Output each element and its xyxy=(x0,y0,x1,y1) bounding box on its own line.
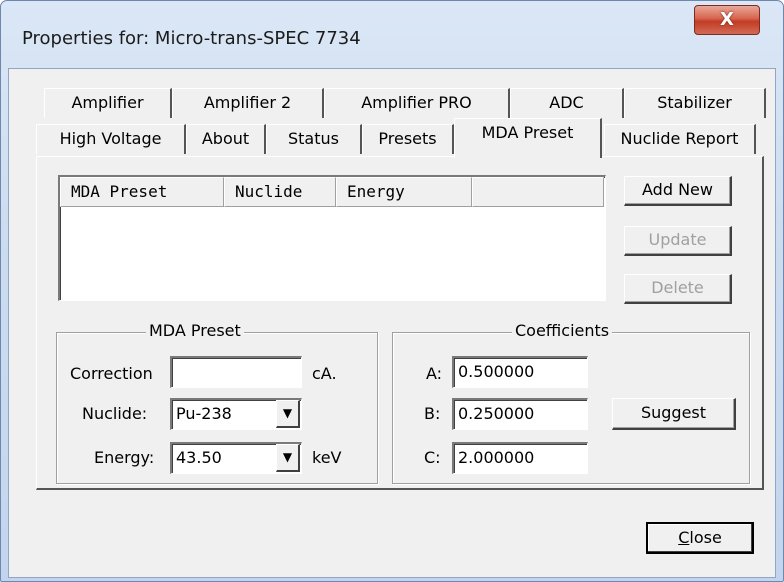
tab-adc[interactable]: ADC xyxy=(510,88,624,118)
tab-amplifier-2[interactable]: Amplifier 2 xyxy=(172,88,324,118)
chevron-down-icon: ▼ xyxy=(282,406,293,420)
mda-preset-group-title: MDA Preset xyxy=(146,321,244,340)
chevron-down-icon: ▼ xyxy=(282,450,293,464)
correction-unit-label: cA. xyxy=(312,364,337,383)
tab-amplifier-pro[interactable]: Amplifier PRO xyxy=(324,88,510,118)
coefficient-c-label: C: xyxy=(424,448,441,467)
tab-status[interactable]: Status xyxy=(266,124,362,154)
nuclide-dropdown-button[interactable]: ▼ xyxy=(276,400,300,428)
coefficients-group-title: Coefficients xyxy=(512,321,613,340)
coefficient-a-input[interactable]: 0.500000 xyxy=(452,356,588,388)
tab-presets[interactable]: Presets xyxy=(362,124,454,154)
update-button[interactable]: Update xyxy=(624,226,732,256)
coefficient-b-label: B: xyxy=(424,404,441,423)
tab-about[interactable]: About xyxy=(186,124,266,154)
column-header-mda-preset[interactable]: MDA Preset xyxy=(60,177,224,207)
tab-mda-preset[interactable]: MDA Preset xyxy=(454,118,602,158)
column-header-energy[interactable]: Energy xyxy=(336,177,472,207)
window-title: Properties for: Micro-trans-SPEC 7734 xyxy=(22,28,361,49)
close-button-label: lose xyxy=(689,528,722,547)
nuclide-label: Nuclide: xyxy=(82,404,148,423)
energy-unit-label: keV xyxy=(312,448,342,467)
delete-button[interactable]: Delete xyxy=(624,274,732,304)
tab-amplifier[interactable]: Amplifier xyxy=(44,88,172,118)
energy-label: Energy: xyxy=(94,448,155,467)
add-new-button[interactable]: Add New xyxy=(624,176,732,206)
tab-nuclide-report[interactable]: Nuclide Report xyxy=(604,124,756,154)
coefficient-b-input[interactable]: 0.250000 xyxy=(452,398,588,430)
suggest-button[interactable]: Suggest xyxy=(612,398,736,430)
column-header-blank[interactable] xyxy=(472,177,604,207)
close-button[interactable]: Close xyxy=(646,522,754,554)
correction-input[interactable] xyxy=(170,356,302,388)
mda-preset-list[interactable]: MDA Preset Nuclide Energy xyxy=(58,175,606,301)
correction-label: Correction xyxy=(70,364,153,383)
coefficient-a-label: A: xyxy=(426,364,443,383)
column-header-nuclide[interactable]: Nuclide xyxy=(224,177,336,207)
coefficient-c-input[interactable]: 2.000000 xyxy=(452,442,588,474)
tab-stabilizer[interactable]: Stabilizer xyxy=(624,88,766,118)
energy-dropdown-button[interactable]: ▼ xyxy=(276,444,300,472)
tab-high-voltage[interactable]: High Voltage xyxy=(36,124,186,154)
close-button-mnemonic: C xyxy=(678,528,690,547)
window-close-button[interactable]: X xyxy=(694,5,760,35)
